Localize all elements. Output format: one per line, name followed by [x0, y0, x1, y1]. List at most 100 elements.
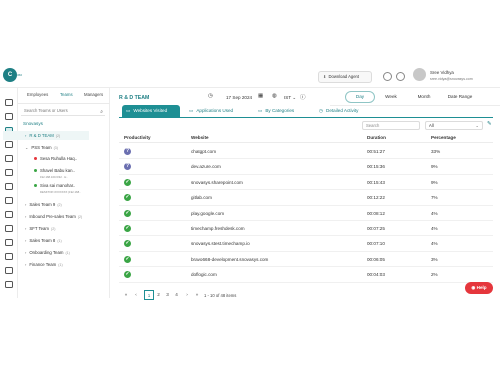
range-day-button[interactable]: Day — [345, 91, 375, 103]
column-header[interactable]: Percentage — [431, 135, 456, 140]
sitemap-icon[interactable] — [5, 281, 13, 288]
tree-item-onboarding-team[interactable]: › Onboarding Team (1) — [25, 250, 70, 255]
clock-icon[interactable]: ◷ — [208, 93, 213, 99]
info-icon[interactable] — [383, 72, 392, 81]
table-row[interactable]: ✓ play.google.com 00:08:12 4% — [119, 206, 493, 221]
tab-teams[interactable]: Teams — [60, 92, 73, 97]
member-item[interactable]: Shavel Babu kan.. — [34, 168, 75, 173]
team-search-input[interactable]: Search Teams or Users ⌕ — [21, 105, 105, 116]
duration-cell: 00:07:10 — [367, 241, 385, 247]
tree-item-sft-team[interactable]: › SFT Team (2) — [25, 226, 55, 231]
percentage-cell: 7% — [431, 195, 438, 201]
info-icon[interactable]: ⓘ — [300, 93, 306, 101]
tree-item-pss-team[interactable]: ⌄ PSS Team (3) — [25, 145, 58, 150]
filter-value: All — [429, 123, 434, 128]
app-logo-sub: 360 — [17, 73, 23, 77]
website-cell: dev.azure.com — [191, 164, 221, 170]
chevron-down-icon: ⌄ — [292, 95, 297, 100]
globe-icon[interactable] — [5, 99, 13, 106]
percentage-cell: 2% — [431, 272, 438, 278]
tab-websites-visited[interactable]: ▭ Websites Visited — [122, 105, 180, 117]
last-page-icon[interactable]: » — [193, 290, 201, 300]
range-month-button[interactable]: Month — [412, 91, 436, 103]
tracker-icon[interactable] — [5, 183, 13, 190]
search-icon: ⌕ — [100, 109, 103, 115]
table-row[interactable]: ✓ timechamp.freshdesk.com 00:07:25 4% — [119, 221, 493, 237]
clock-icon[interactable] — [5, 113, 13, 120]
chevron-down-icon: ⌄ — [25, 145, 29, 150]
tree-item-inbound-pre-sales[interactable]: › Inbound Pre-sales Team (2) — [25, 214, 82, 219]
website-cell: snovasys.stest.timechamp.io — [191, 241, 250, 247]
help-button[interactable]: ◉ Help — [465, 282, 493, 294]
date-display[interactable]: 17 Sep 2024 — [226, 95, 252, 100]
globe-icon[interactable]: ◍ — [272, 93, 277, 99]
app-logo[interactable]: C — [3, 68, 17, 82]
table-row[interactable]: ✓ bravo668-development.snovasys.com 00:0… — [119, 252, 493, 268]
page-button-1[interactable]: 1 — [144, 290, 154, 300]
member-name: Siva sai manohar.. — [40, 183, 76, 188]
member-item[interactable]: Sesa Ruhulla Haq.. — [34, 156, 77, 161]
tab-label: Applications Used — [196, 108, 234, 113]
duration-cell: 00:08:12 — [367, 210, 385, 216]
edit-icon[interactable]: ✎ — [487, 121, 492, 127]
percentage-cell: 4% — [431, 210, 438, 216]
table-row[interactable]: ? chatgpt.com 00:51:27 33% — [119, 144, 493, 160]
tab-employees[interactable]: Employees — [27, 92, 48, 97]
calendar-icon[interactable]: ▦ — [258, 93, 263, 99]
chevron-right-icon: › — [25, 250, 27, 255]
column-header[interactable]: Duration — [367, 135, 386, 140]
tab-detailed-activity[interactable]: ◷ Detailed Activity — [319, 105, 358, 117]
avatar[interactable] — [413, 68, 426, 81]
monitor-icon[interactable] — [5, 155, 13, 162]
member-name: Shavel Babu kan.. — [40, 168, 75, 173]
tab-label: By Categories — [265, 108, 295, 113]
briefcase-icon[interactable] — [5, 225, 13, 232]
percentage-cell: 4% — [431, 226, 438, 231]
calendar-icon[interactable] — [5, 211, 13, 218]
status-dot — [34, 169, 37, 173]
column-header[interactable]: Website — [191, 135, 209, 140]
website-cell: timechamp.freshdesk.com — [191, 226, 245, 231]
range-date-button[interactable]: Date Range — [443, 91, 477, 103]
tab-managers[interactable]: Managers — [84, 92, 103, 97]
next-page-icon[interactable]: › — [183, 290, 191, 300]
tree-item-label: Finance Team — [29, 262, 57, 267]
timezone-select[interactable]: IST ⌄ — [284, 95, 296, 101]
table-search-input[interactable]: Search — [362, 121, 420, 130]
tab-by-categories[interactable]: ▭ By Categories — [258, 105, 294, 117]
tree-item-finance-team[interactable]: › Finance Team (1) — [25, 262, 63, 267]
table-row[interactable]: ✓ snovasys.sharepoint.com 00:15:43 9% — [119, 175, 493, 191]
tree-item-sales-team-9[interactable]: › Sales Team 9 (2) — [25, 202, 62, 207]
table-row[interactable]: ✓ gitlab.com 00:12:22 7% — [119, 190, 493, 206]
document-icon[interactable] — [5, 253, 13, 260]
tree-item-sales-team-8[interactable]: › Sales Team 8 (1) — [25, 238, 62, 243]
table-row[interactable]: ✓ doflogic.com 00:04:03 2% — [119, 267, 493, 283]
prev-page-icon[interactable]: ‹ — [132, 290, 140, 300]
productivity-filter-select[interactable]: All ⌄ — [425, 121, 483, 130]
applications-icon: ▭ — [189, 108, 194, 113]
table-row[interactable]: ✓ snovasys.stest.timechamp.io 00:07:10 4… — [119, 236, 493, 252]
range-week-button[interactable]: Week — [380, 91, 402, 103]
download-agent-button[interactable]: ⬇ Download Agent — [318, 71, 372, 83]
table-row[interactable]: ? dev.azure.com 00:15:36 9% — [119, 159, 493, 175]
nav-rail — [0, 88, 18, 298]
person-icon[interactable] — [5, 197, 13, 204]
settings-rail-icon[interactable] — [5, 267, 13, 274]
percentage-cell: 4% — [431, 241, 438, 247]
website-cell: doflogic.com — [191, 272, 217, 278]
tree-item-count: (3) — [53, 146, 58, 150]
timer-icon[interactable] — [5, 169, 13, 176]
column-header[interactable]: Productivity — [124, 135, 151, 140]
tab-applications-used[interactable]: ▭ Applications Used — [189, 105, 233, 117]
panel-tabs: Employees Teams Managers — [18, 92, 110, 104]
tree-item-rd-team[interactable]: › R & D TEAM (2) — [25, 133, 60, 138]
settings-icon[interactable] — [396, 72, 405, 81]
page-button-3[interactable]: 3 — [164, 290, 171, 300]
page-button-4[interactable]: 4 — [173, 290, 180, 300]
people-icon[interactable] — [5, 239, 13, 246]
timezone-value: IST — [284, 95, 292, 100]
list-icon[interactable] — [5, 141, 13, 148]
member-item[interactable]: Siva sai manohar.. — [34, 183, 75, 188]
page-button-2[interactable]: 2 — [155, 290, 162, 300]
first-page-icon[interactable]: « — [122, 290, 130, 300]
